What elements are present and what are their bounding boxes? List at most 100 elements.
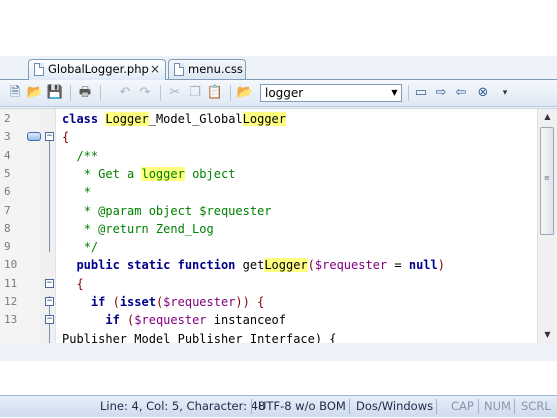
- status-separator: [478, 399, 479, 414]
- cursor-position: Line: 4, Col: 5, Character: 48: [100, 399, 266, 413]
- search-match: Logger: [264, 258, 308, 273]
- comment: * @return Zend_Log: [83, 221, 214, 236]
- identifier: _Model_Global: [148, 112, 243, 126]
- toolbar-separator: [100, 85, 101, 101]
- comment: * @param object $requester: [83, 203, 272, 218]
- print-icon[interactable]: 🖶: [76, 84, 94, 102]
- undo-icon[interactable]: ↶: [116, 84, 134, 102]
- redo-icon[interactable]: ↷: [136, 84, 154, 102]
- vertical-scrollbar[interactable]: ▲ ≡ ▼: [537, 109, 557, 343]
- line-number: 2: [4, 112, 11, 125]
- bookmark-prev-icon[interactable]: ⇦: [452, 84, 470, 102]
- brace: {: [62, 130, 70, 145]
- toolbar-separator: [70, 85, 71, 101]
- scroll-up-icon[interactable]: ▲: [538, 109, 557, 125]
- search-combo[interactable]: logger ▼: [260, 84, 402, 102]
- code-line: 6 *: [0, 183, 538, 201]
- toolbar-separator: [408, 85, 409, 101]
- toolbar-separator: [160, 85, 161, 101]
- keyword: if: [105, 313, 120, 328]
- open-folder-icon[interactable]: 📂: [26, 84, 44, 102]
- code-line: 13 − if ($requester instanceof: [0, 311, 538, 329]
- bookmark-icon[interactable]: ▭: [412, 84, 430, 102]
- keyword: if: [90, 295, 106, 309]
- code-line: 4 /**: [0, 147, 538, 165]
- paren: ): [437, 258, 445, 273]
- scroll-lock-indicator: SCRL: [521, 399, 551, 413]
- code-line: 7 * @param object $requester: [0, 202, 538, 220]
- comment: object: [184, 166, 236, 181]
- tab-globallogger-php[interactable]: GlobalLogger.php ×: [28, 59, 166, 80]
- grip-icon: ≡: [544, 174, 550, 182]
- tab-label: menu.css: [188, 62, 243, 76]
- paren: (: [307, 258, 315, 273]
- comment: * Get a: [83, 166, 142, 181]
- status-separator: [251, 399, 252, 414]
- operator: =: [387, 258, 409, 273]
- code-line: 3 − {: [0, 128, 538, 146]
- scroll-down-icon[interactable]: ▼: [538, 327, 557, 343]
- line-number: 7: [4, 203, 11, 217]
- code-line: 2 class Logger_Model_GlobalLogger: [0, 110, 538, 128]
- tab-bar: GlobalLogger.php × menu.css: [0, 56, 557, 80]
- code-line: 8 * @return Zend_Log: [0, 220, 538, 238]
- code-editor[interactable]: 2 class Logger_Model_GlobalLogger 3 − { …: [0, 108, 557, 343]
- comment: *: [83, 185, 91, 200]
- paren: )) {: [235, 295, 265, 309]
- variable: $requester: [134, 313, 207, 328]
- fold-toggle[interactable]: −: [45, 132, 54, 142]
- bookmark-clear-icon[interactable]: ⊗: [474, 84, 492, 102]
- paren: (: [119, 313, 135, 328]
- keyword: class: [62, 112, 99, 126]
- code-line: 9 */: [0, 238, 538, 256]
- fold-toggle[interactable]: −: [45, 278, 54, 288]
- cut-icon[interactable]: ✂: [166, 84, 184, 102]
- status-bar: Line: 4, Col: 5, Character: 48 UTF-8 w/o…: [0, 395, 557, 417]
- paste-icon[interactable]: 📋: [206, 84, 224, 102]
- keyword: null: [408, 258, 438, 273]
- css-file-icon: [174, 63, 184, 76]
- fold-toggle[interactable]: −: [45, 297, 54, 306]
- chevron-down-icon[interactable]: ▼: [388, 85, 401, 101]
- code-line: Publisher_Model_Publisher_Interface) {: [0, 330, 538, 343]
- comment: */: [83, 240, 99, 255]
- new-file-icon[interactable]: 🗎: [6, 84, 24, 102]
- line-number: 12: [4, 295, 18, 308]
- bookmark-next-icon[interactable]: ⇨: [432, 84, 450, 102]
- open-folder-icon[interactable]: 📂: [236, 84, 254, 102]
- keyword: instanceof: [206, 313, 286, 328]
- tab-label: GlobalLogger.php: [48, 62, 149, 76]
- identifier: get: [235, 258, 265, 273]
- line-number: 10: [4, 258, 18, 272]
- caps-lock-indicator: CAP: [451, 399, 474, 413]
- encoding: UTF-8 w/o BOM: [258, 399, 346, 413]
- keyword: public static function: [76, 258, 236, 273]
- line-number: 9: [4, 240, 11, 254]
- search-value: logger: [265, 86, 304, 100]
- search-match: Logger: [105, 112, 149, 126]
- save-icon[interactable]: 💾: [46, 84, 64, 102]
- code-line: 10 public static function getLogger($req…: [0, 256, 538, 274]
- tab-menu-css[interactable]: menu.css: [168, 59, 246, 79]
- fold-toggle[interactable]: −: [45, 315, 54, 325]
- keyword: isset: [119, 295, 156, 309]
- line-number: 13: [4, 313, 18, 327]
- toolbar-separator: [230, 85, 231, 101]
- code-line: 12 − if (isset($requester)) {: [0, 293, 538, 311]
- close-icon[interactable]: ×: [150, 60, 160, 79]
- bookmark-marker[interactable]: [27, 132, 41, 142]
- search-match: logger: [141, 166, 185, 181]
- editor-window: GlobalLogger.php × menu.css 🗎 📂 💾 🖶 ↶ ↷ …: [0, 56, 557, 417]
- toolbar-overflow-icon[interactable]: ▾: [496, 84, 514, 102]
- status-separator: [436, 399, 437, 414]
- variable: $requester: [163, 295, 236, 309]
- search-match: Logger: [242, 112, 286, 126]
- php-file-icon: [34, 63, 44, 76]
- line-number: 6: [4, 185, 11, 199]
- scrollbar-thumb[interactable]: ≡: [540, 127, 554, 235]
- toolbar: 🗎 📂 💾 🖶 ↶ ↷ ✂ ❐ 📋 📂 logger ▼ ▭ ⇨ ⇦ ⊗ ▾: [0, 80, 557, 107]
- status-separator: [349, 399, 350, 414]
- identifier: Publisher_Model_Publisher_Interface) {: [62, 331, 337, 343]
- line-number: 5: [4, 166, 11, 180]
- copy-icon[interactable]: ❐: [186, 84, 204, 102]
